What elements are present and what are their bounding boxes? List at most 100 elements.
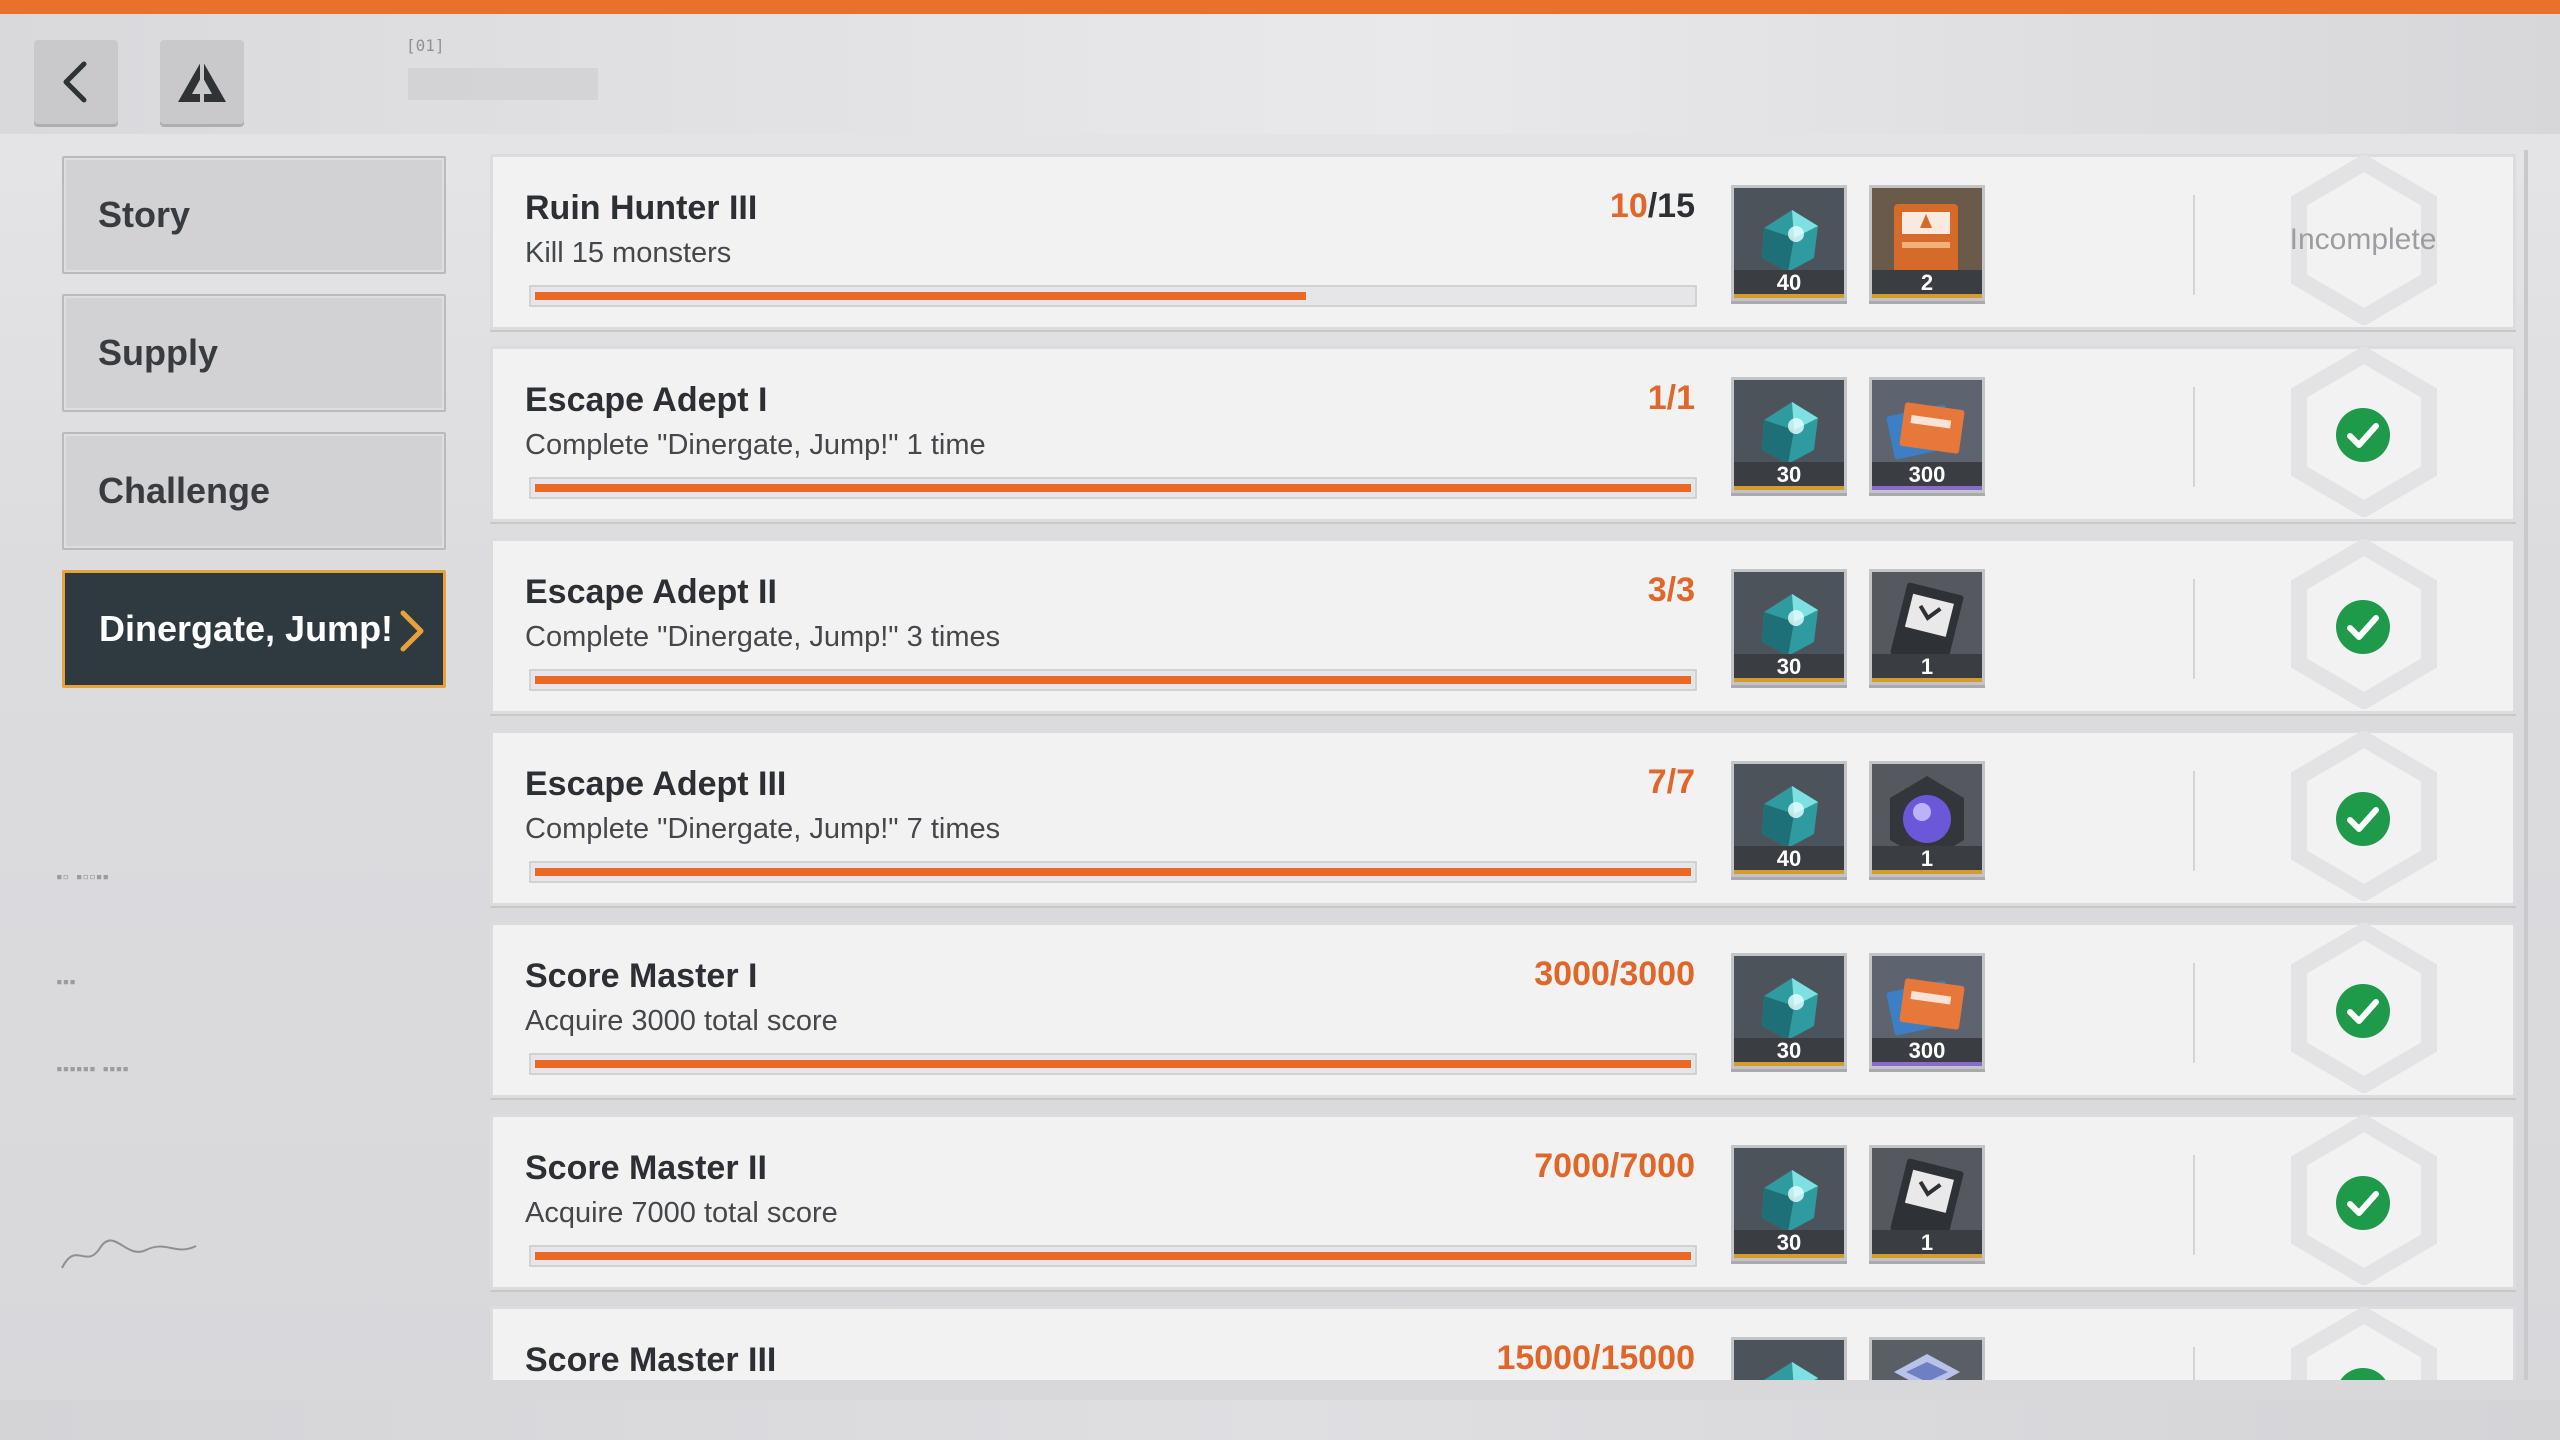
status-area	[2253, 1115, 2473, 1287]
achievement-title: Escape Adept II	[525, 573, 777, 611]
achievement-title: Score Master III	[525, 1341, 777, 1379]
reward-item[interactable]: 30	[1731, 953, 1847, 1069]
status-area	[2253, 347, 2473, 519]
divider	[2193, 1155, 2195, 1255]
rarity-line	[1734, 1062, 1844, 1066]
reward-item[interactable]: 40	[1731, 185, 1847, 301]
divider	[2193, 1347, 2195, 1380]
achievement-progress-text: 1/1	[1648, 379, 1695, 418]
achievement-card: Score Master II Acquire 7000 total score…	[490, 1114, 2516, 1290]
sidebar-item-supply[interactable]: Supply	[62, 294, 446, 412]
progress-fill	[535, 292, 1306, 300]
divider	[2193, 195, 2195, 295]
divider	[2193, 579, 2195, 679]
achievement-card: Score Master I Acquire 3000 total score …	[490, 922, 2516, 1098]
complete-check-icon	[2336, 1176, 2390, 1230]
reward-item[interactable]: 1	[1869, 1145, 1985, 1261]
progress-bar	[529, 285, 1697, 307]
progress-current: 3/3	[1647, 571, 1695, 609]
achievement-progress-text: 3/3	[1648, 571, 1695, 610]
rarity-line	[1872, 870, 1982, 874]
scrollbar[interactable]	[2524, 150, 2528, 1380]
progress-bar	[529, 1245, 1697, 1267]
rarity-line	[1872, 486, 1982, 490]
sidebar-item-label: Dinergate, Jump!	[99, 608, 394, 649]
progress-bar	[529, 861, 1697, 883]
achievement-description: Acquire 7000 total score	[525, 1197, 838, 1229]
reward-item[interactable]: 30	[1731, 1145, 1847, 1261]
progress-bar	[529, 1053, 1697, 1075]
emblem-icon	[1872, 1340, 1982, 1380]
divider	[2193, 963, 2195, 1063]
achievement-title: Escape Adept I	[525, 381, 768, 419]
sidebar-item-dinergate-jump[interactable]: Dinergate, Jump!	[62, 570, 446, 688]
back-arrow-icon	[63, 61, 87, 103]
crystal-icon	[1734, 1340, 1844, 1380]
top-accent-bar	[0, 0, 2560, 14]
status-incomplete: Incomplete	[2289, 223, 2437, 256]
rarity-line	[1872, 1062, 1982, 1066]
reward-item[interactable]	[1731, 1337, 1847, 1380]
achievement-title: Escape Adept III	[525, 765, 787, 803]
status-area	[2253, 923, 2473, 1095]
signature-decor-icon	[61, 1239, 197, 1269]
rarity-line	[1872, 1254, 1982, 1258]
chevron-right-icon	[400, 610, 424, 652]
header-decor-bar	[408, 68, 598, 100]
achievement-progress-text: 7/7	[1648, 763, 1695, 802]
achievement-progress-text: 3000/3000	[1534, 955, 1695, 994]
decor-text: ▪▪▪▪▪▪ ▪▪▪▪	[56, 1062, 129, 1075]
complete-check-icon	[2336, 600, 2390, 654]
divider	[2193, 387, 2195, 487]
sidebar-item-label: Challenge	[98, 470, 271, 511]
achievement-description: Acquire 3000 total score	[525, 1005, 838, 1037]
sidebar-item-label: Supply	[98, 332, 219, 373]
reward-item[interactable]: 1	[1869, 569, 1985, 685]
decor-text: ▪▪▪	[56, 975, 76, 988]
achievement-description: Complete "Dinergate, Jump!" 7 times	[525, 813, 1001, 845]
progress-fill	[535, 868, 1691, 876]
progress-current: 10	[1609, 187, 1648, 225]
sidebar-item-challenge[interactable]: Challenge	[62, 432, 446, 550]
reward-item[interactable]: 1	[1869, 761, 1985, 877]
rarity-line	[1734, 1254, 1844, 1258]
status-area	[2253, 539, 2473, 711]
progress-current: 3000/3000	[1534, 955, 1695, 993]
progress-total: /15	[1647, 187, 1695, 225]
achievement-description: Complete "Dinergate, Jump!" 1 time	[525, 429, 986, 461]
progress-current: 1/1	[1647, 379, 1695, 417]
progress-fill	[535, 1252, 1691, 1260]
rarity-line	[1872, 678, 1982, 682]
achievement-progress-text: 7000/7000	[1534, 1147, 1695, 1186]
status-area	[2253, 731, 2473, 903]
reward-item[interactable]: 300	[1869, 953, 1985, 1069]
home-button[interactable]	[160, 40, 244, 124]
achievement-progress-text: 15000/15000	[1496, 1339, 1695, 1378]
divider	[2193, 771, 2195, 871]
decor-text: ▪▫ ▪▫▫▪▪	[56, 870, 109, 883]
reward-item[interactable]: 2	[1869, 185, 1985, 301]
progress-fill	[535, 1060, 1691, 1068]
status-area: Incomplete	[2253, 155, 2473, 327]
achievement-card: Escape Adept I Complete "Dinergate, Jump…	[490, 346, 2516, 522]
reward-item[interactable]: 40	[1731, 761, 1847, 877]
header: [01]	[0, 14, 2560, 134]
header-tag: [01]	[406, 36, 445, 55]
reward-item[interactable]: 300	[1869, 377, 1985, 493]
complete-check-icon	[2336, 408, 2390, 462]
rarity-line	[1734, 486, 1844, 490]
progress-bar	[529, 669, 1697, 691]
bottom-decor-strip	[0, 1400, 2560, 1440]
sidebar-item-label: Story	[98, 194, 191, 235]
achievement-list[interactable]: Ruin Hunter III Kill 15 monsters 10/15 4…	[490, 150, 2516, 1380]
rarity-line	[1734, 870, 1844, 874]
back-button[interactable]	[34, 40, 118, 124]
rarity-line	[1872, 294, 1982, 298]
reward-item[interactable]: 30	[1731, 377, 1847, 493]
progress-fill	[535, 676, 1691, 684]
reward-item[interactable]	[1869, 1337, 1985, 1380]
reward-item[interactable]: 30	[1731, 569, 1847, 685]
achievement-card: Score Master III 15000/15000	[490, 1306, 2516, 1380]
sidebar-item-story[interactable]: Story	[62, 156, 446, 274]
rarity-line	[1734, 678, 1844, 682]
